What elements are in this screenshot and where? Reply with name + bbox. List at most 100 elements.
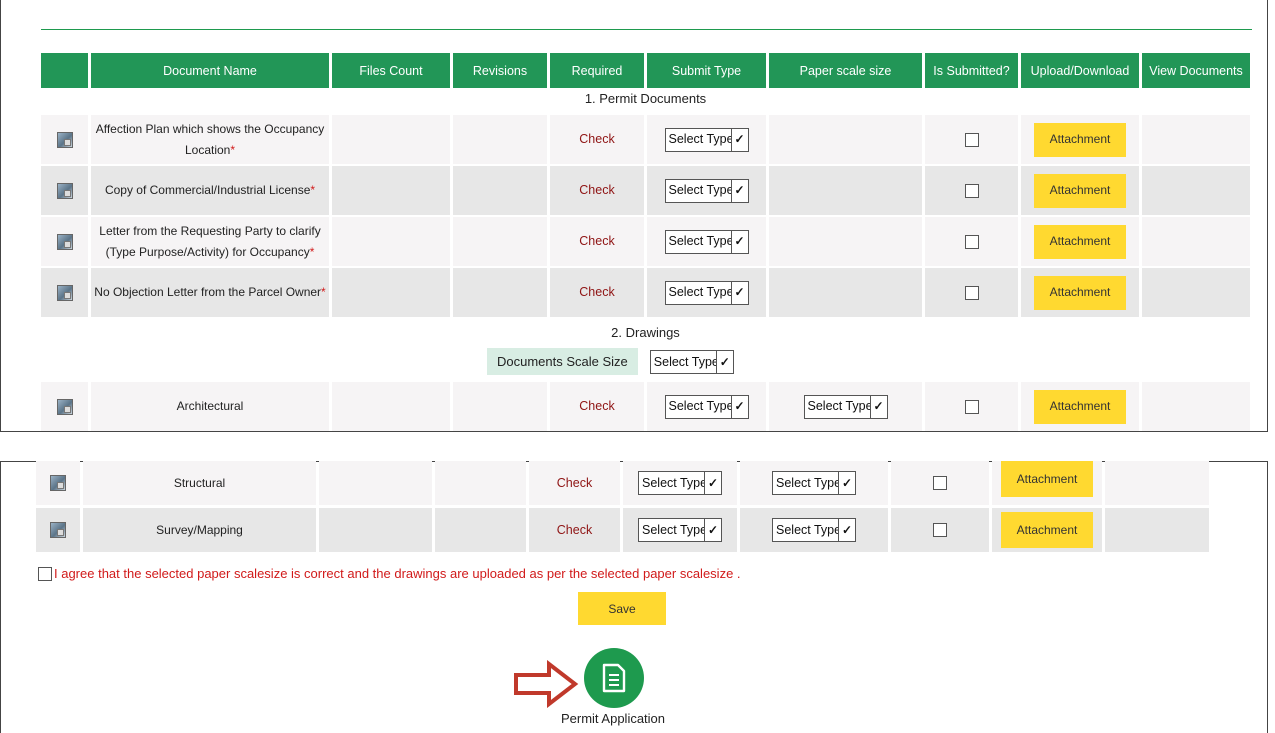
chevron-down-icon: ✓ [704, 472, 721, 494]
chevron-down-icon: ✓ [730, 230, 748, 253]
files-count-cell [332, 268, 450, 317]
document-name: Affection Plan which shows the Occupancy… [91, 115, 329, 164]
scale-size-select[interactable]: Select Type ✓ [649, 349, 734, 374]
header-icon-col [41, 53, 88, 88]
section-permit-documents: 1. Permit Documents [584, 91, 707, 106]
files-count-cell [332, 217, 450, 266]
paper-scale-select[interactable]: Select Type ✓ [772, 471, 856, 495]
required-asterisk: * [310, 183, 316, 197]
table-row: Structural Check Select Type ✓ Select Typ… [36, 461, 1209, 505]
header-submit-type: Submit Type [647, 53, 766, 88]
agree-checkbox[interactable] [38, 566, 52, 581]
documents-scale-size: Documents Scale Size Select Type ✓ [487, 348, 734, 375]
check-link[interactable]: Check [557, 473, 592, 494]
paper-scale-select[interactable]: Select Type ✓ [803, 394, 888, 419]
scale-size-label: Documents Scale Size [487, 348, 638, 375]
chevron-down-icon: ✓ [838, 472, 855, 494]
check-link[interactable]: Check [557, 520, 592, 541]
chevron-down-icon: ✓ [730, 395, 748, 418]
submit-type-select[interactable]: Select Type ✓ [664, 127, 749, 152]
is-submitted-checkbox[interactable] [964, 285, 979, 300]
section-drawings: 2. Drawings [611, 325, 680, 340]
files-count-cell [332, 115, 450, 164]
submit-type-select[interactable]: Select Type ✓ [638, 471, 722, 495]
paper-scale-select[interactable]: Select Type ✓ [772, 518, 856, 542]
chevron-down-icon: ✓ [869, 395, 887, 418]
document-name: Structural [83, 461, 316, 505]
document-name: Architectural [91, 382, 329, 431]
check-link[interactable]: Check [579, 282, 614, 303]
save-button[interactable]: Save [578, 592, 666, 625]
chevron-down-icon: ✓ [704, 519, 721, 541]
files-count-cell [332, 166, 450, 215]
files-count-cell [319, 461, 432, 505]
document-name: Letter from the Requesting Party to clar… [91, 217, 329, 266]
revisions-cell [453, 268, 547, 317]
check-link[interactable]: Check [579, 396, 614, 417]
paper-scale-cell [769, 115, 922, 164]
header-upload-download: Upload/Download [1021, 53, 1139, 88]
document-thumbnail-icon[interactable] [56, 182, 73, 199]
table-row: Affection Plan which shows the Occupancy… [41, 115, 1250, 164]
chevron-down-icon: ✓ [730, 281, 748, 304]
document-thumbnail-icon[interactable] [56, 131, 73, 148]
agree-text: I agree that the selected paper scalesiz… [54, 566, 741, 581]
document-name: No Objection Letter from the Parcel Owne… [91, 268, 329, 317]
permit-application-button[interactable] [584, 648, 644, 708]
attachment-button[interactable]: Attachment [1034, 224, 1126, 259]
documents-panel-top: Document Name Files Count Revisions Requ… [0, 0, 1268, 432]
permit-application-label: Permit Application [560, 711, 666, 726]
required-asterisk: * [230, 142, 236, 157]
revisions-cell [453, 166, 547, 215]
submit-type-select[interactable]: Select Type ✓ [664, 229, 749, 254]
is-submitted-checkbox[interactable] [964, 234, 979, 249]
is-submitted-checkbox[interactable] [933, 476, 947, 490]
attachment-button[interactable]: Attachment [1034, 389, 1126, 424]
required-asterisk: * [321, 285, 326, 299]
view-documents-cell [1105, 461, 1209, 505]
attachment-button[interactable]: Attachment [1034, 122, 1126, 157]
document-thumbnail-icon[interactable] [56, 284, 73, 301]
revisions-cell [453, 115, 547, 164]
paper-scale-cell [769, 166, 922, 215]
table-row: Copy of Commercial/Industrial License* C… [41, 166, 1250, 215]
attachment-button[interactable]: Attachment [1001, 512, 1093, 548]
document-thumbnail-icon[interactable] [50, 522, 66, 538]
submit-type-select[interactable]: Select Type ✓ [638, 518, 722, 542]
document-thumbnail-icon[interactable] [56, 398, 73, 415]
header-paper-scale-size: Paper scale size [769, 53, 922, 88]
view-documents-cell [1105, 508, 1209, 552]
header-view-documents: View Documents [1142, 53, 1250, 88]
table-row: No Objection Letter from the Parcel Owne… [41, 268, 1250, 317]
header-required: Required [550, 53, 644, 88]
document-icon [602, 663, 626, 693]
revisions-cell [453, 382, 547, 431]
submit-type-select[interactable]: Select Type ✓ [664, 280, 749, 305]
submit-type-select[interactable]: Select Type ✓ [664, 394, 749, 419]
attachment-button[interactable]: Attachment [1034, 275, 1126, 310]
is-submitted-checkbox[interactable] [933, 523, 947, 537]
submit-type-select[interactable]: Select Type ✓ [664, 178, 749, 203]
view-documents-cell [1142, 115, 1250, 164]
green-divider [41, 29, 1252, 30]
agree-statement: I agree that the selected paper scalesiz… [38, 566, 741, 581]
is-submitted-checkbox[interactable] [964, 132, 979, 147]
header-revisions: Revisions [453, 53, 547, 88]
is-submitted-checkbox[interactable] [964, 183, 979, 198]
documents-table: Document Name Files Count Revisions Requ… [41, 53, 1250, 431]
is-submitted-checkbox[interactable] [964, 399, 979, 414]
table-row: Letter from the Requesting Party to clar… [41, 217, 1250, 266]
document-thumbnail-icon[interactable] [50, 475, 66, 491]
check-link[interactable]: Check [579, 180, 614, 201]
attachment-button[interactable]: Attachment [1001, 461, 1093, 497]
required-asterisk: * [309, 244, 315, 259]
header-document-name: Document Name [91, 53, 329, 88]
view-documents-cell [1142, 166, 1250, 215]
check-link[interactable]: Check [579, 129, 614, 150]
document-thumbnail-icon[interactable] [56, 233, 73, 250]
header-is-submitted: Is Submitted? [925, 53, 1018, 88]
table-row: Architectural Check Select Type ✓ Select … [41, 382, 1250, 431]
attachment-button[interactable]: Attachment [1034, 173, 1126, 208]
check-link[interactable]: Check [579, 231, 614, 252]
header-files-count: Files Count [332, 53, 450, 88]
